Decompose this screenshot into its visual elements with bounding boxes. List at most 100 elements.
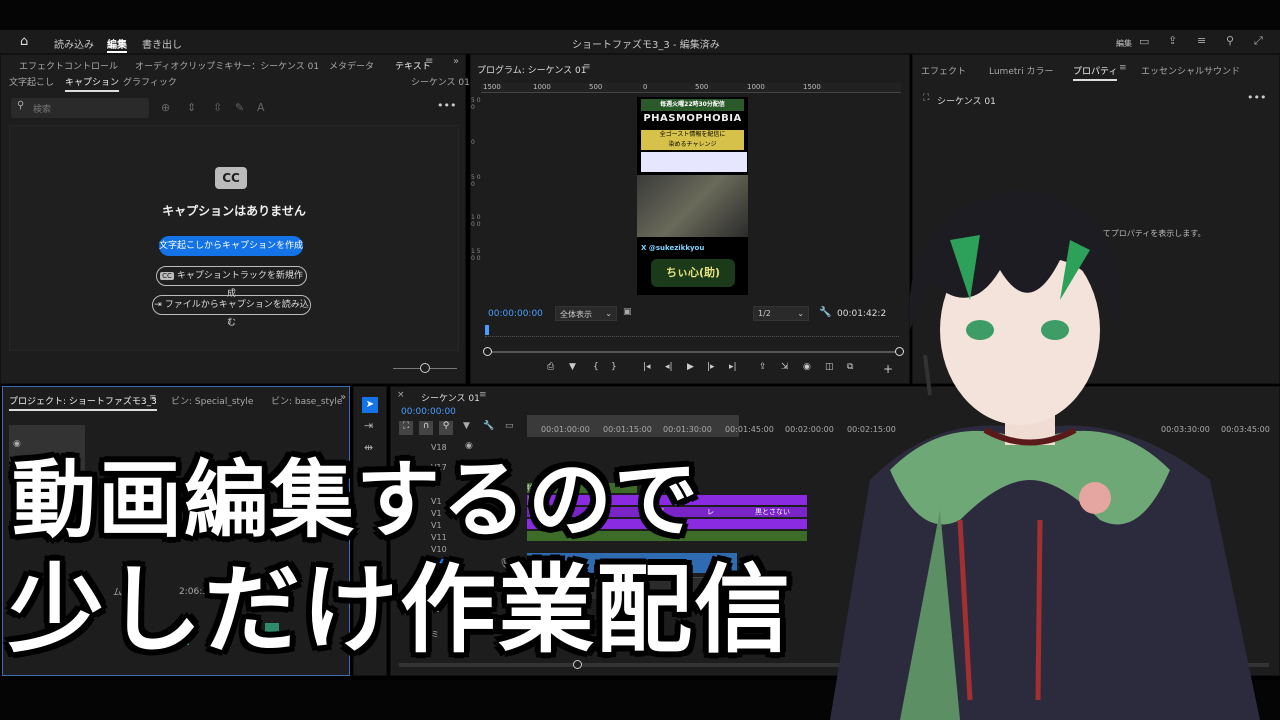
home-icon[interactable]: ⌂	[20, 34, 28, 49]
ruler-tick: 1000	[533, 83, 551, 91]
tab-metadata[interactable]: メタデータ	[329, 59, 374, 72]
translate-icon[interactable]: A	[257, 101, 265, 114]
ruler-tick: 1500	[803, 83, 821, 91]
add-icon[interactable]: ⊕	[161, 101, 170, 114]
tab-bin-special[interactable]: ビン: Special_style	[171, 394, 253, 407]
step-back-icon[interactable]: ◂|	[665, 362, 673, 372]
close-icon[interactable]: ×	[397, 390, 405, 400]
search-input[interactable]: ⚲ 検索	[11, 98, 149, 118]
menu-import[interactable]: 読み込み	[54, 36, 94, 51]
ruler-tick: 0	[643, 83, 648, 91]
zoom-handle-left[interactable]	[483, 347, 492, 356]
timeline-timecode[interactable]: 00:00:00:00	[401, 407, 456, 417]
avatar-earring	[923, 354, 932, 396]
new-caption-track-button[interactable]: CC キャプショントラックを新規作成	[156, 266, 307, 299]
menu-edit[interactable]: 編集	[107, 36, 127, 53]
panel-icon[interactable]: ▭	[1139, 35, 1149, 48]
vtuber-avatar	[830, 190, 1260, 720]
menu-icon[interactable]: ≡	[479, 390, 487, 400]
track-select-icon[interactable]: ⇥	[364, 419, 373, 432]
window-title: ショートファズモ3_3 - 編集済み	[572, 40, 720, 51]
title-bar: ⌂ 読み込み 編集 書き出し ショートファズモ3_3 - 編集済み 編集 ▭ ⇪…	[0, 30, 1280, 54]
tab-essential-sound[interactable]: エッセンシャルサウンド	[1141, 64, 1240, 77]
merge-icon[interactable]: ⇳	[213, 101, 222, 114]
video-frame: 毎週火曜22時30分配信 PHASMOPHOBIA 全ゴースト情報を配信に 染め…	[637, 97, 748, 295]
zoom-slider-handle[interactable]	[420, 363, 430, 373]
import-icon: ⇥	[154, 300, 162, 310]
horizontal-ruler: 1500 1000 500 0 500 1000 1500	[481, 83, 901, 93]
more-icon[interactable]: •••	[1247, 91, 1266, 104]
export-frame-icon[interactable]: ⎙	[547, 362, 554, 372]
text-panel: エフェクトコントロール オーディオクリップミキサー：シーケンス 01 メタデータ…	[0, 54, 470, 384]
thumb-line3: 染めるチャレンジ	[641, 140, 744, 150]
tab-audio-mixer[interactable]: オーディオクリップミキサー：シーケンス 01	[135, 59, 319, 72]
marker-icon[interactable]: ▼	[569, 362, 576, 372]
ruler-tick: 00:01:00:00	[541, 425, 590, 434]
avatar-cord	[1035, 519, 1043, 701]
extract-icon[interactable]: ⇲	[781, 362, 789, 372]
lift-icon[interactable]: ⇪	[759, 362, 767, 372]
workspace-label[interactable]: 編集	[1116, 38, 1132, 49]
thumb-title: PHASMOPHOBIA	[643, 113, 742, 124]
overlay-line2: 少しだけ作業配信	[8, 554, 792, 666]
mark-out-icon[interactable]: }	[611, 362, 617, 372]
eye-icon[interactable]: ◉	[465, 441, 473, 451]
mascot-pin-icon	[1079, 482, 1111, 514]
safe-margin-icon[interactable]: ▣	[623, 307, 632, 317]
go-to-in-icon[interactable]: |◂	[643, 362, 651, 372]
tab-effect-controls[interactable]: エフェクトコントロール	[19, 59, 118, 72]
subtab-captions[interactable]: キャプション	[65, 75, 120, 92]
go-to-out-icon[interactable]: ▸|	[729, 362, 737, 372]
step-forward-icon[interactable]: |▸	[707, 362, 715, 372]
linked-icon[interactable]: ⚲	[439, 421, 453, 435]
tab-bin-base[interactable]: ビン: base_style	[271, 394, 342, 407]
search-icon[interactable]: ⚲	[1226, 34, 1234, 47]
expand-icon[interactable]: »	[340, 392, 346, 403]
split-icon[interactable]: ⇕	[187, 101, 196, 114]
camera-icon: ◉	[13, 439, 21, 449]
expand-icon[interactable]: »	[453, 56, 459, 67]
program-title: プログラム: シーケンス 01	[477, 66, 587, 76]
play-icon[interactable]: ▶	[687, 362, 694, 372]
fullscreen-icon[interactable]: ⤢	[1254, 34, 1263, 48]
overlay-line1: 動画編集するので	[12, 451, 701, 549]
wrench-icon[interactable]: 🔧	[483, 421, 494, 431]
create-from-transcript-button[interactable]: 文字起こしからキャプションを作成	[159, 236, 303, 256]
ruler-tick: 00:01:30:00	[663, 425, 712, 434]
avatar-eye-left	[966, 320, 994, 340]
nest-icon[interactable]: ⛶	[399, 421, 413, 435]
subtab-transcript[interactable]: 文字起こし	[9, 75, 54, 88]
program-timecode[interactable]: 00:00:00:00	[488, 309, 543, 319]
vertical-ruler: 5 0 0 0 5 0 0 1 0 0 0 1 5 0 0	[471, 95, 481, 335]
playhead[interactable]	[485, 325, 489, 335]
tab-lumetri[interactable]: Lumetri カラー	[989, 64, 1053, 77]
fit-select[interactable]: 全体表示 ⌄	[555, 306, 617, 321]
top-border	[0, 0, 1280, 30]
thumb-line2: 全ゴースト情報を配信に	[641, 130, 744, 140]
captions-icon[interactable]: ▭	[505, 421, 514, 431]
chevron-down-icon: ⌄	[605, 309, 612, 318]
snap-icon[interactable]: ∩	[419, 421, 433, 435]
menu-export[interactable]: 書き出し	[142, 36, 182, 51]
menu-icon[interactable]: ≡	[583, 62, 591, 72]
subtab-graphics[interactable]: グラフィック	[123, 75, 177, 88]
share-icon[interactable]: ⇪	[1168, 34, 1177, 47]
hamburger-icon[interactable]: ≡	[1197, 34, 1206, 47]
more-icon[interactable]: •••	[437, 99, 456, 112]
search-icon: ⚲	[17, 100, 25, 111]
mark-in-icon[interactable]: {	[593, 362, 599, 372]
ruler-tick: 00:01:15:00	[603, 425, 652, 434]
selection-tool-icon[interactable]: ➤	[362, 397, 378, 413]
clip-label: 黒とさない	[755, 508, 790, 516]
import-captions-button[interactable]: ⇥ ファイルからキャプションを読み込む	[152, 295, 311, 328]
menu-icon[interactable]: ≡	[149, 393, 157, 403]
thumb-schedule: 毎週火曜22時30分配信	[641, 99, 744, 111]
marker-icon[interactable]: ▼	[463, 421, 470, 431]
thumb-gameplay	[637, 175, 748, 237]
menu-icon[interactable]: ≡	[425, 56, 433, 67]
pencil-icon[interactable]: ✎	[235, 101, 244, 114]
tab-project[interactable]: プロジェクト: ショートファズモ3_3	[9, 394, 157, 411]
tab-properties[interactable]: プロパティ	[1073, 64, 1118, 81]
menu-icon[interactable]: ≡	[1119, 63, 1127, 73]
tab-effects[interactable]: エフェクト	[921, 64, 966, 77]
